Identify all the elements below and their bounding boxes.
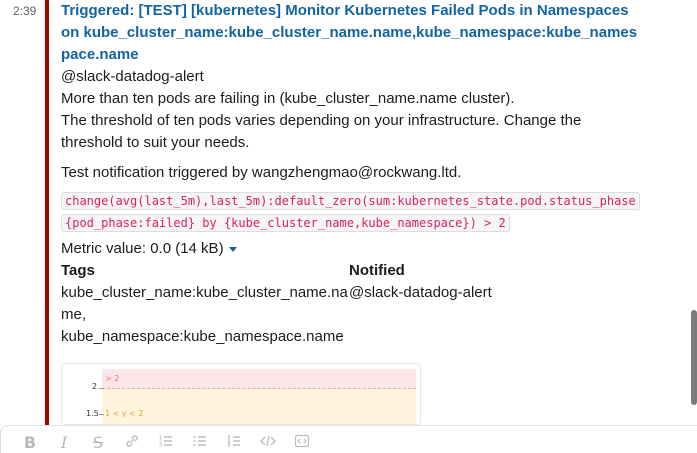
metric-value-row[interactable]: Metric value: 0.0 (14 kB) [61, 238, 641, 260]
attachment-fields: Tags kube_cluster_name:kube_cluster_name… [61, 260, 641, 348]
notified-field: Notified @slack-datadog-alert [349, 260, 637, 348]
code-block-icon[interactable] [285, 433, 319, 453]
expand-caret-icon[interactable] [228, 246, 237, 252]
bulleted-list-icon[interactable] [183, 433, 217, 453]
tags-field-line1: kube_cluster_name:kube_cluster_name.na [61, 284, 348, 301]
query-code-block: change(avg(last_5m),last_5m):default_zer… [61, 190, 641, 234]
bold-icon[interactable]: B [13, 433, 47, 453]
y-tick-label: 1.5 [86, 409, 99, 418]
tags-field-title: Tags [61, 262, 95, 279]
tags-field: Tags kube_cluster_name:kube_cluster_name… [61, 260, 349, 348]
tags-field-line3: kube_namespace:kube_namespace.name [61, 328, 344, 345]
italic-icon[interactable]: I [47, 433, 81, 453]
tags-field-line2: me, [61, 306, 87, 323]
warning-band-label: 1 < y < 2 [105, 409, 144, 418]
query-code-line2: {pod_phase:failed} by {kube_cluster_name… [61, 214, 510, 232]
alert-threshold-band [102, 369, 416, 389]
blockquote-icon[interactable] [217, 433, 251, 453]
alert-description-line2a: The threshold of ten pods varies dependi… [61, 112, 582, 129]
ordered-list-icon[interactable]: 123 [149, 433, 183, 453]
notified-field-title: Notified [349, 262, 405, 279]
warning-threshold-band [102, 389, 416, 424]
message-composer: B I S 123 [0, 425, 697, 453]
query-code-line1: change(avg(last_5m),last_5m):default_zer… [61, 192, 640, 210]
notified-field-value[interactable]: @slack-datadog-alert [349, 282, 637, 304]
alert-band-label: > 2 [105, 374, 120, 383]
svg-text:3: 3 [159, 443, 162, 449]
formatting-toolbar: B I S 123 [13, 433, 319, 453]
y-tick-mark [99, 388, 104, 389]
y-tick-label: 2 [92, 382, 98, 391]
link-icon[interactable] [115, 433, 149, 453]
alert-description-line2b: threshold to suit your needs. [61, 134, 250, 151]
test-notification-note: Test notification triggered by wangzheng… [61, 164, 462, 181]
message-content: Triggered: [TEST] [kubernetes] Monitor K… [61, 0, 641, 348]
alert-title-link[interactable]: Triggered: [TEST] [kubernetes] Monitor K… [61, 0, 641, 66]
metric-value-text: Metric value: 0.0 (14 kB) [61, 240, 224, 257]
scrollbar-thumb[interactable] [691, 310, 697, 405]
code-icon[interactable] [251, 433, 285, 453]
mention-text[interactable]: @slack-datadog-alert [61, 66, 641, 88]
alert-description-line1: More than ten pods are failing in (kube_… [61, 90, 515, 107]
strikethrough-icon[interactable]: S [81, 433, 115, 453]
metric-graph-image[interactable]: > 2 1 < y < 2 2 1.5 [61, 363, 421, 425]
y-tick-mark [99, 414, 104, 415]
message-timestamp[interactable]: 2:39 [13, 4, 36, 18]
attachment-color-bar [45, 0, 49, 425]
